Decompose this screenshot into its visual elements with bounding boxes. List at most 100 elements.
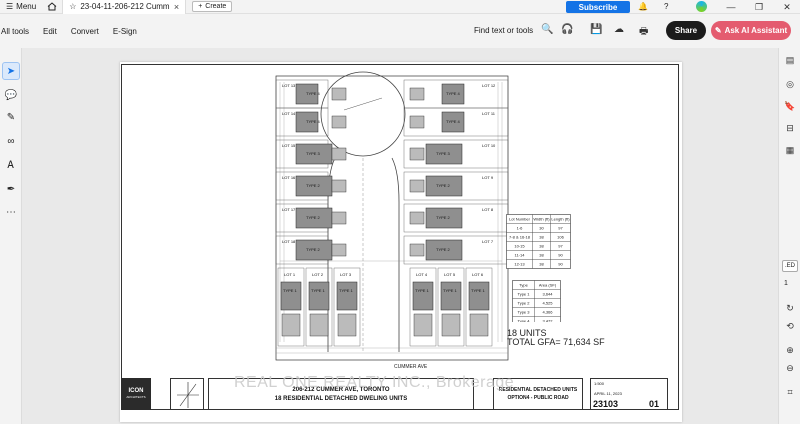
document-tab[interactable]: ☆ 23-04-11-206-212 Cumm... × — [62, 0, 187, 14]
left-tool-rail: ➤ 💬 ✎ ∞ Ꭺ ✒ ⋯ — [0, 48, 22, 424]
table-cell: 90 — [558, 253, 563, 258]
type-label-bottom: TYPE 1 — [443, 288, 458, 293]
bell-icon[interactable]: 🔔 — [638, 2, 648, 11]
star-icon[interactable]: ☆ — [69, 2, 76, 11]
table-cell: 30 — [539, 226, 544, 231]
find-tools-input[interactable]: Find text or tools — [474, 26, 533, 35]
house-footprint-bottom — [412, 281, 434, 311]
north-arrow-box — [170, 378, 204, 410]
menu-button[interactable]: ☰ Menu — [0, 2, 42, 11]
table-cell: 38 — [539, 244, 544, 249]
home-icon[interactable] — [42, 2, 62, 11]
minimize-icon[interactable]: — — [718, 0, 744, 14]
save-icon[interactable]: 💾 — [590, 24, 602, 35]
menu-edit[interactable]: Edit — [36, 27, 64, 36]
rotate-icon[interactable]: ⟲ — [781, 318, 799, 334]
menu-all-tools[interactable]: All tools — [0, 27, 36, 36]
create-button[interactable]: + Create — [192, 1, 233, 12]
lot-label-right: LOT 8 — [482, 207, 494, 212]
fit-page-icon[interactable]: ⌗ — [781, 384, 799, 400]
document-viewport[interactable]: LOT 13 TYPE 4 LOT 14 TYPE 4 LOT 15 TYPE 3 LOT … — [22, 48, 778, 424]
area-table: Type Area (SF) Type 1 3,644 Type 2 4,525 Type … — [512, 280, 561, 323]
lot-label-left: LOT 17 — [282, 207, 296, 212]
share-button[interactable]: Share — [666, 21, 706, 40]
menu-convert[interactable]: Convert — [64, 27, 106, 36]
close-window-icon[interactable]: ✕ — [774, 0, 800, 14]
restore-icon[interactable]: ❐ — [746, 0, 772, 14]
type-label-left: TYPE 3 — [306, 151, 321, 156]
lot-label-bottom: LOT 2 — [312, 272, 324, 277]
menu-esign[interactable]: E-Sign — [106, 27, 144, 36]
house-footprint-bottom — [336, 281, 358, 311]
units-summary: 18 UNITS TOTAL GFA= 71,634 SF — [507, 329, 605, 347]
table-cell: 7-8 & 16-18 — [509, 235, 531, 240]
lot-label-bottom: LOT 6 — [472, 272, 484, 277]
highlight-pen-icon[interactable]: ✎ — [2, 108, 20, 126]
garage-right — [409, 115, 425, 129]
bookmark-icon[interactable]: 🔖 — [781, 98, 799, 114]
type-label-right: TYPE 4 — [446, 91, 461, 96]
signature-pen-icon[interactable]: ✒ — [2, 180, 20, 198]
lot-label-left: LOT 13 — [282, 83, 296, 88]
search-icon[interactable]: 🔍 — [541, 24, 553, 35]
page-badge[interactable]: .ED — [782, 260, 798, 272]
copy-pages-icon[interactable]: ▤ — [781, 52, 799, 68]
table-cell: Type 4 — [517, 319, 530, 323]
comment-icon[interactable]: 💬 — [2, 86, 20, 104]
zoom-out-icon[interactable]: ⊖ — [781, 360, 799, 376]
type-label-bottom: TYPE 1 — [339, 288, 354, 293]
subscribe-button[interactable]: Subscribe — [566, 1, 630, 13]
table-cell: 10-15 — [514, 244, 525, 249]
table-cell: 38 — [539, 253, 544, 258]
table-cell: Type 3 — [517, 310, 530, 315]
ai-chat-icon: ✎ — [714, 26, 722, 35]
attachment-icon[interactable]: ⊟ — [781, 120, 799, 136]
option-line-2: OPTION4 - PUBLIC ROAD — [507, 395, 569, 401]
zoom-in-icon[interactable]: ⊕ — [781, 342, 799, 358]
headphones-icon[interactable]: 🎧 — [561, 24, 573, 35]
avatar[interactable] — [696, 1, 707, 12]
table-cell: 4,525 — [542, 301, 553, 306]
scale-value: 1:500 — [594, 381, 605, 386]
garage-right — [409, 147, 425, 161]
type-label-right: TYPE 4 — [446, 119, 461, 124]
draw-loop-icon[interactable]: ∞ — [2, 132, 20, 150]
comments-panel-icon[interactable]: ◎ — [781, 76, 799, 92]
upload-cloud-icon[interactable]: ☁ — [614, 24, 624, 35]
house-footprint-bottom — [468, 281, 490, 311]
lot-label-bottom: LOT 3 — [340, 272, 352, 277]
garage-bottom — [281, 313, 301, 337]
logo-sub: ARCHITECTS — [126, 395, 146, 399]
type-label-bottom: TYPE 1 — [311, 288, 326, 293]
garage-right — [409, 211, 425, 225]
table-header: Type — [519, 283, 528, 288]
project-description: 18 RESIDENTIAL DETACHED DWELING UNITS — [274, 395, 408, 402]
lot-label-left: LOT 18 — [282, 239, 296, 244]
type-label-right: TYPE 2 — [436, 247, 451, 252]
title-bar: ☰ Menu ☆ 23-04-11-206-212 Cumm... × + Cr… — [0, 0, 800, 14]
table-cell: Type 1 — [517, 292, 530, 297]
table-cell: 97 — [558, 226, 563, 231]
help-icon[interactable]: ? — [664, 2, 668, 11]
refresh-icon[interactable]: ↻ — [781, 300, 799, 316]
garage-bottom — [337, 313, 357, 337]
text-select-icon[interactable]: Ꭺ — [2, 156, 20, 174]
ask-ai-assistant-button[interactable]: ✎ Ask AI Assistant — [711, 21, 791, 40]
street-label: CUMMER AVE — [394, 364, 428, 370]
lot-label-bottom: LOT 4 — [416, 272, 428, 277]
close-tab-icon[interactable]: × — [174, 2, 179, 12]
lot-label-right: LOT 9 — [482, 175, 494, 180]
table-cell: 11-14 — [515, 253, 526, 258]
table-cell: 12-13 — [514, 262, 525, 267]
select-cursor-icon[interactable]: ➤ — [2, 62, 20, 80]
more-tools-icon[interactable]: ⋯ — [2, 203, 20, 221]
type-label-bottom: TYPE 1 — [415, 288, 430, 293]
garage-left — [331, 211, 347, 225]
layers-icon[interactable]: ▦ — [781, 142, 799, 158]
print-icon[interactable]: 🖶 — [639, 24, 648, 41]
table-cell: 3,644 — [542, 292, 553, 297]
type-label-left: TYPE 4 — [306, 91, 321, 96]
lot-label-left: LOT 14 — [282, 111, 296, 116]
type-label-right: TYPE 3 — [436, 151, 451, 156]
lot-label-bottom: LOT 1 — [284, 272, 296, 277]
